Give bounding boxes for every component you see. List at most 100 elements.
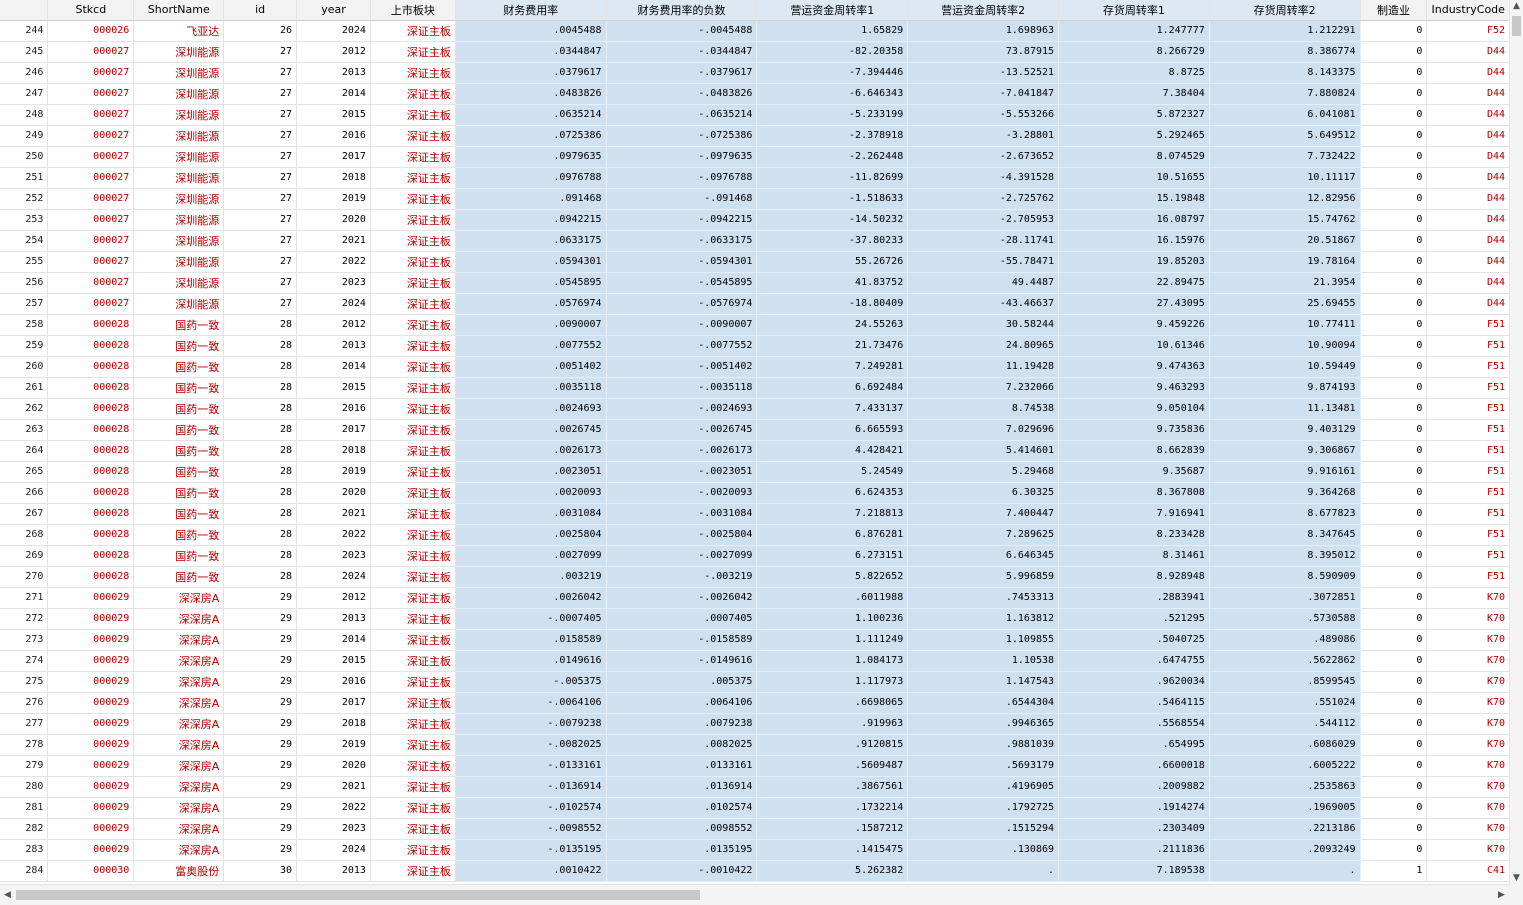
table-cell[interactable]: -.0045488	[606, 20, 758, 42]
table-cell[interactable]: 0	[1360, 818, 1428, 840]
table-cell[interactable]: 深证主板	[370, 566, 456, 588]
table-cell[interactable]: 深圳能源	[133, 125, 225, 147]
table-cell[interactable]: .0379617	[455, 62, 607, 84]
table-cell[interactable]: D44	[1426, 209, 1510, 231]
table-cell[interactable]: .6544304	[907, 692, 1060, 714]
table-cell[interactable]: 0	[1360, 776, 1428, 798]
table-cell[interactable]: 2017	[296, 146, 371, 168]
table-cell[interactable]: F51	[1426, 503, 1510, 525]
table-cell[interactable]: 2024	[296, 293, 371, 315]
table-row[interactable]: 264 000028 国药一致 28 2018 深证主板 .0026173 -.0026173…	[0, 440, 1510, 462]
table-cell[interactable]: 27	[223, 209, 298, 231]
table-cell[interactable]: 国药一致	[133, 314, 225, 336]
table-cell[interactable]: 深深房A	[133, 776, 225, 798]
table-cell[interactable]: 24.80965	[907, 335, 1060, 357]
table-cell[interactable]: 国药一致	[133, 377, 225, 399]
table-cell[interactable]: 1.65829	[756, 20, 909, 42]
table-cell[interactable]: .0077552	[455, 335, 607, 357]
table-cell[interactable]: 深证主板	[370, 818, 456, 840]
data-editor-grid[interactable]: Stkcd ShortName id year 上市板块 财务费用率 财务费用率的负数 营运资…	[0, 0, 1510, 885]
table-row[interactable]: 266 000028 国药一致 28 2020 深证主板 .0020093 -.0020093…	[0, 482, 1510, 504]
table-cell[interactable]: D44	[1426, 62, 1510, 84]
table-cell[interactable]: -.0024693	[606, 398, 758, 420]
table-cell[interactable]: 深证主板	[370, 251, 456, 273]
table-cell[interactable]: D44	[1426, 230, 1510, 252]
row-number-cell[interactable]: 270	[0, 566, 49, 588]
table-cell[interactable]: 000027	[47, 293, 135, 315]
table-cell[interactable]: K70	[1426, 608, 1510, 630]
table-row[interactable]: 257 000027 深圳能源 27 2024 深证主板 .0576974 -.0576974…	[0, 293, 1510, 315]
table-cell[interactable]: 28	[223, 440, 298, 462]
row-number-cell[interactable]: 261	[0, 377, 49, 399]
table-cell[interactable]: C41	[1426, 860, 1510, 882]
table-cell[interactable]: 49.4487	[907, 272, 1060, 294]
table-cell[interactable]: -.0136914	[455, 776, 607, 798]
table-cell[interactable]: 9.459226	[1058, 314, 1210, 336]
table-cell[interactable]: 28	[223, 398, 298, 420]
table-row[interactable]: 271 000029 深深房A 29 2012 深证主板 .0026042 -.0026042…	[0, 587, 1510, 609]
table-cell[interactable]: -.0545895	[606, 272, 758, 294]
row-number-cell[interactable]: 279	[0, 755, 49, 777]
table-cell[interactable]: 27	[223, 167, 298, 189]
table-row[interactable]: 250 000027 深圳能源 27 2017 深证主板 .0979635 -.0979635…	[0, 146, 1510, 168]
table-row[interactable]: 254 000027 深圳能源 27 2021 深证主板 .0633175 -.0633175…	[0, 230, 1510, 252]
table-cell[interactable]: -.005375	[455, 671, 607, 693]
table-cell[interactable]: 000028	[47, 482, 135, 504]
table-cell[interactable]: 19.78164	[1209, 251, 1361, 273]
table-cell[interactable]: .2883941	[1058, 587, 1210, 609]
table-cell[interactable]: 深证主板	[370, 335, 456, 357]
table-cell[interactable]: -.0576974	[606, 293, 758, 315]
table-cell[interactable]: -7.394446	[756, 62, 909, 84]
table-cell[interactable]: .3072851	[1209, 587, 1361, 609]
table-cell[interactable]: -2.262448	[756, 146, 909, 168]
table-cell[interactable]: 000028	[47, 314, 135, 336]
table-cell[interactable]: 8.386774	[1209, 41, 1361, 63]
table-cell[interactable]: 16.15976	[1058, 230, 1210, 252]
table-cell[interactable]: 29	[223, 608, 298, 630]
table-cell[interactable]: 深证主板	[370, 314, 456, 336]
table-cell[interactable]: 000027	[47, 251, 135, 273]
table-cell[interactable]: D44	[1426, 146, 1510, 168]
row-number-cell[interactable]: 265	[0, 461, 49, 483]
table-cell[interactable]: 2018	[296, 713, 371, 735]
table-cell[interactable]: 深证主板	[370, 482, 456, 504]
table-cell[interactable]: 0	[1360, 20, 1428, 42]
table-cell[interactable]: 27	[223, 272, 298, 294]
table-cell[interactable]: -.0031084	[606, 503, 758, 525]
table-cell[interactable]: .1914274	[1058, 797, 1210, 819]
row-number-cell[interactable]: 255	[0, 251, 49, 273]
table-cell[interactable]: -.0090007	[606, 314, 758, 336]
table-cell[interactable]: .2303409	[1058, 818, 1210, 840]
table-cell[interactable]: 0	[1360, 629, 1428, 651]
table-cell[interactable]: 深证主板	[370, 20, 456, 42]
row-number-cell[interactable]: 273	[0, 629, 49, 651]
table-cell[interactable]: 28	[223, 335, 298, 357]
row-number-cell[interactable]: 251	[0, 167, 49, 189]
table-cell[interactable]: .6600018	[1058, 755, 1210, 777]
table-cell[interactable]: .5693179	[907, 755, 1060, 777]
row-number-cell[interactable]: 274	[0, 650, 49, 672]
table-cell[interactable]: D44	[1426, 41, 1510, 63]
table-row[interactable]: 273 000029 深深房A 29 2014 深证主板 .0158589 -.0158589…	[0, 629, 1510, 651]
table-cell[interactable]: F51	[1426, 524, 1510, 546]
table-cell[interactable]: 国药一致	[133, 398, 225, 420]
table-cell[interactable]: 7.916941	[1058, 503, 1210, 525]
table-cell[interactable]: .0545895	[455, 272, 607, 294]
table-cell[interactable]: 2013	[296, 860, 371, 882]
table-cell[interactable]: K70	[1426, 629, 1510, 651]
table-cell[interactable]: 2018	[296, 440, 371, 462]
table-cell[interactable]: .0725386	[455, 125, 607, 147]
table-cell[interactable]: -.0010422	[606, 860, 758, 882]
table-cell[interactable]: 1.147543	[907, 671, 1060, 693]
table-cell[interactable]: .0082025	[606, 734, 758, 756]
table-cell[interactable]: .0942215	[455, 209, 607, 231]
table-cell[interactable]: 29	[223, 671, 298, 693]
table-cell[interactable]: 2012	[296, 587, 371, 609]
table-cell[interactable]: 0	[1360, 440, 1428, 462]
table-cell[interactable]: 深深房A	[133, 650, 225, 672]
table-cell[interactable]: 29	[223, 713, 298, 735]
scroll-up-icon[interactable]: ▲	[1510, 0, 1523, 13]
table-cell[interactable]: .0026173	[455, 440, 607, 462]
column-header[interactable]: Stkcd	[47, 0, 135, 21]
table-cell[interactable]: .7453313	[907, 587, 1060, 609]
